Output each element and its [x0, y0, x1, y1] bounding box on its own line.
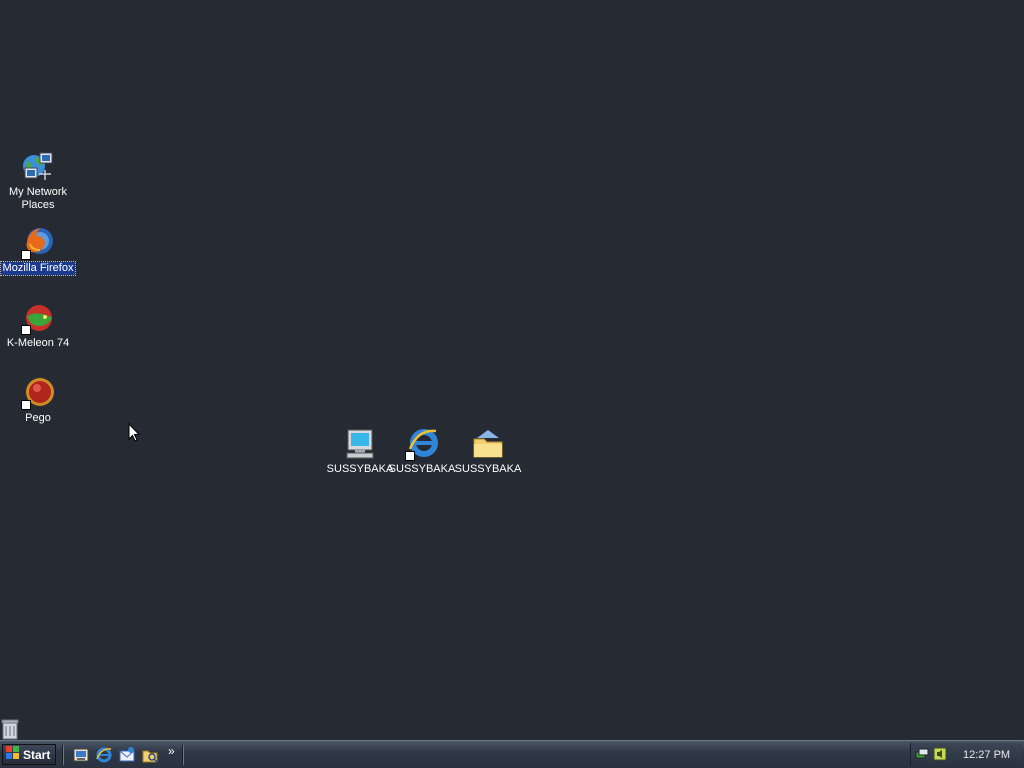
desktop-icon-pego[interactable]: Pego — [0, 376, 76, 425]
kmeleon-icon — [21, 301, 55, 335]
desktop-icon-label: My Network — [8, 186, 68, 198]
taskbar: Start » 12:27 PM — [0, 740, 1024, 768]
shortcut-arrow-icon — [21, 400, 31, 410]
network-places-icon — [21, 150, 55, 184]
computer-icon — [343, 427, 377, 461]
network-tray-icon[interactable] — [915, 747, 929, 761]
volume-tray-icon[interactable] — [933, 747, 947, 761]
pego-icon — [21, 376, 55, 410]
desktop-icon-label: Pego — [25, 412, 51, 424]
mouse-pointer-icon — [128, 422, 141, 446]
desktop-icon-label: K-Meleon 74 — [6, 337, 70, 349]
outlook-express-icon[interactable] — [118, 746, 136, 764]
folder-icon — [471, 427, 505, 461]
shortcut-arrow-icon — [21, 325, 31, 335]
shortcut-arrow-icon — [405, 451, 415, 461]
start-label: Start — [23, 747, 51, 762]
recycle-bin-icon[interactable] — [0, 718, 20, 740]
shortcut-arrow-icon — [21, 250, 31, 260]
desktop-icon-label[interactable]: Mozilla Firefox — [0, 261, 77, 276]
desktop-icon-k-meleon[interactable]: K-Meleon 74 — [0, 301, 76, 350]
desktop-icon-mozilla-firefox[interactable]: Mozilla Firefox — [0, 226, 77, 276]
desktop-icon-my-network-places[interactable]: My Network Places — [0, 150, 76, 212]
desktop[interactable]: My Network Places Mozilla Firefox K-Mele… — [0, 0, 1024, 740]
desktop-icon-label: Places — [21, 199, 55, 211]
desktop-icon-sussybaka-folder[interactable]: SUSSYBAKA — [450, 427, 526, 476]
taskbar-separator — [62, 745, 64, 765]
system-tray: 12:27 PM — [910, 743, 1022, 766]
internet-explorer-icon — [405, 427, 439, 461]
windows-logo-icon — [6, 746, 20, 763]
desktop-icon-label: SUSSYBAKA — [454, 463, 522, 475]
desktop-icon-sussybaka-ie[interactable]: SUSSYBAKA — [384, 427, 460, 476]
clock[interactable]: 12:27 PM — [963, 749, 1010, 761]
show-desktop-icon[interactable] — [72, 746, 90, 764]
quick-launch-more-button[interactable]: » — [168, 744, 175, 758]
windows-explorer-icon[interactable] — [141, 746, 159, 764]
desktop-icon-label: SUSSYBAKA — [388, 463, 456, 475]
firefox-icon — [21, 226, 55, 260]
taskbar-separator — [182, 745, 184, 765]
start-button[interactable]: Start — [2, 744, 56, 765]
internet-explorer-icon[interactable] — [95, 746, 113, 764]
